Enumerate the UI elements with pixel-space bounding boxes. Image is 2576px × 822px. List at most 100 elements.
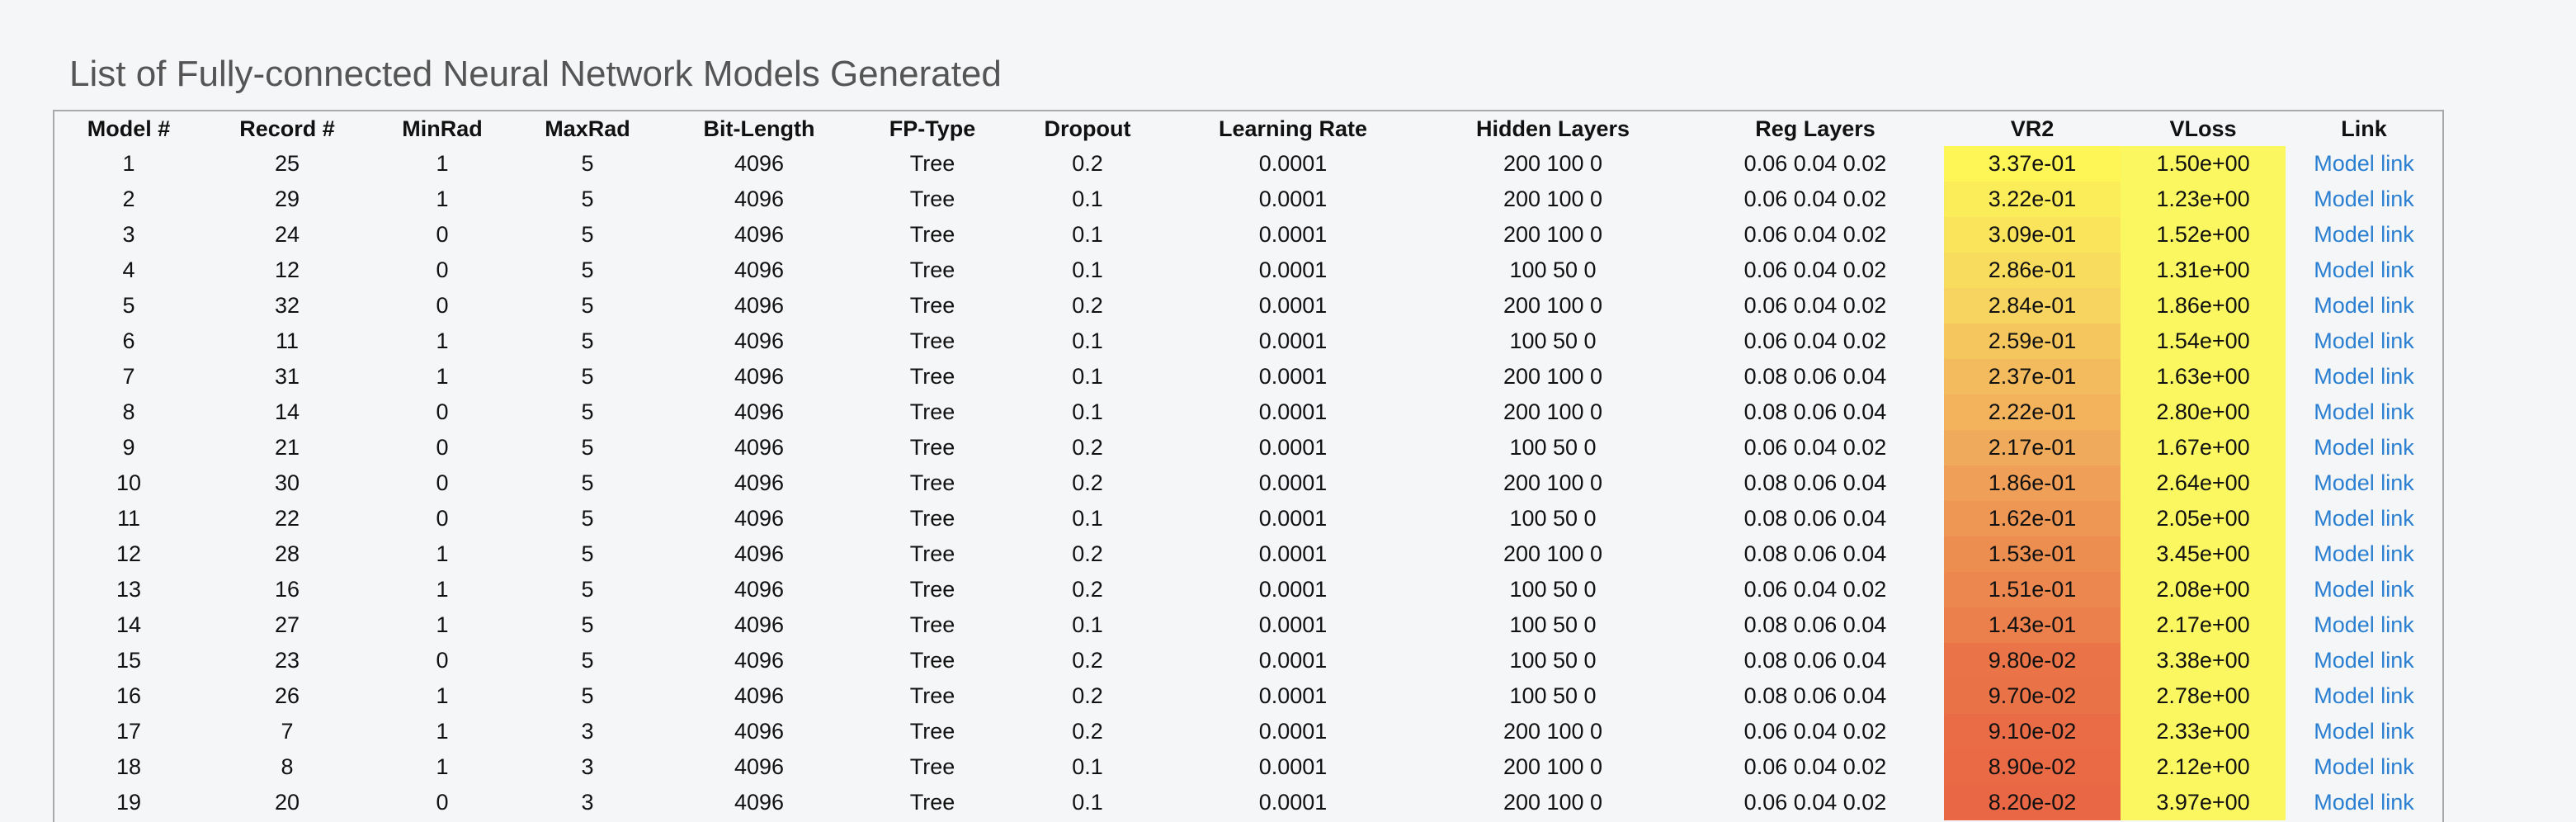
minrad-cell: 1 (436, 328, 449, 353)
record-number-cell: 14 (274, 399, 300, 424)
model-link[interactable]: Model link (2286, 607, 2442, 643)
vr2-cell: 3.09e-01 (1944, 217, 2121, 253)
vr2-cell: 9.10e-02 (1944, 714, 2121, 749)
vloss-cell: 1.31e+00 (2121, 253, 2286, 288)
dropout-cell: 0.2 (1072, 435, 1103, 460)
model-link[interactable]: Model link (2286, 146, 2442, 182)
fp-type-cell: Tree (909, 754, 955, 779)
fp-type-cell: Tree (909, 364, 955, 389)
dropout-cell: 0.1 (1072, 187, 1103, 211)
model-number-cell: 13 (116, 577, 142, 602)
record-number-cell: 7 (281, 719, 294, 744)
hidden-layers-cell: 200 100 0 (1503, 222, 1603, 247)
column-header-record-number[interactable]: Record # (203, 111, 371, 146)
vloss-cell: 1.63e+00 (2121, 359, 2286, 394)
record-number-cell: 11 (275, 328, 300, 353)
table-row: 1 25 1 5 4096 Tree 0.2 0.0001 200 100 0 0.06 0.04… (54, 146, 2442, 182)
hidden-layers-cell: 100 50 0 (1509, 257, 1597, 282)
vr2-cell: 1.51e-01 (1944, 572, 2121, 607)
reg-layers-cell: 0.08 0.06 0.04 (1743, 612, 1887, 637)
model-link[interactable]: Model link (2286, 643, 2442, 678)
learning-rate-cell: 0.0001 (1258, 435, 1328, 460)
vr2-cell: 9.80e-02 (1944, 643, 2121, 678)
column-header-hidden-layers[interactable]: Hidden Layers (1419, 111, 1687, 146)
reg-layers-cell: 0.08 0.06 0.04 (1743, 506, 1887, 531)
maxrad-cell: 5 (581, 328, 594, 353)
table-row: 11 22 0 5 4096 Tree 0.1 0.0001 100 50 0 0.08 0.06… (54, 501, 2442, 536)
vloss-cell: 1.86e+00 (2121, 288, 2286, 324)
column-header-maxrad[interactable]: MaxRad (513, 111, 662, 146)
fp-type-cell: Tree (909, 719, 955, 744)
vr2-cell: 1.53e-01 (1944, 536, 2121, 572)
model-link[interactable]: Model link (2286, 359, 2442, 394)
reg-layers-cell: 0.06 0.04 0.02 (1743, 257, 1887, 282)
column-header-minrad[interactable]: MinRad (371, 111, 513, 146)
column-header-vloss[interactable]: VLoss (2121, 111, 2286, 146)
model-link[interactable]: Model link (2286, 501, 2442, 536)
models-table: Model # Record # MinRad MaxRad Bit-Lengt… (54, 111, 2442, 820)
model-link[interactable]: Model link (2286, 394, 2442, 430)
model-link[interactable]: Model link (2286, 714, 2442, 749)
model-number-cell: 3 (122, 222, 135, 247)
column-header-fp-type[interactable]: FP-Type (856, 111, 1008, 146)
table-row: 14 27 1 5 4096 Tree 0.1 0.0001 100 50 0 0.08 0.06… (54, 607, 2442, 643)
column-header-bit-length[interactable]: Bit-Length (662, 111, 856, 146)
fp-type-cell: Tree (909, 790, 955, 815)
table-row: 12 28 1 5 4096 Tree 0.2 0.0001 200 100 0 0.08 0.0… (54, 536, 2442, 572)
model-link[interactable]: Model link (2286, 430, 2442, 465)
model-link[interactable]: Model link (2286, 253, 2442, 288)
table-row: 4 12 0 5 4096 Tree 0.1 0.0001 100 50 0 0.06 0.04 … (54, 253, 2442, 288)
model-link[interactable]: Model link (2286, 572, 2442, 607)
column-header-dropout[interactable]: Dropout (1008, 111, 1167, 146)
model-link[interactable]: Model link (2286, 182, 2442, 217)
maxrad-cell: 5 (581, 541, 594, 566)
fp-type-cell: Tree (909, 648, 955, 673)
model-link[interactable]: Model link (2286, 288, 2442, 324)
minrad-cell: 1 (436, 364, 449, 389)
model-link[interactable]: Model link (2286, 217, 2442, 253)
hidden-layers-cell: 200 100 0 (1503, 470, 1603, 495)
column-header-reg-layers[interactable]: Reg Layers (1687, 111, 1944, 146)
vloss-cell: 3.38e+00 (2121, 643, 2286, 678)
minrad-cell: 1 (436, 612, 449, 637)
maxrad-cell: 3 (581, 754, 594, 779)
hidden-layers-cell: 200 100 0 (1503, 719, 1603, 744)
learning-rate-cell: 0.0001 (1258, 364, 1328, 389)
model-number-cell: 9 (122, 435, 135, 460)
model-link[interactable]: Model link (2286, 324, 2442, 359)
record-number-cell: 23 (274, 648, 300, 673)
column-header-model-number[interactable]: Model # (54, 111, 203, 146)
dropout-cell: 0.1 (1072, 364, 1103, 389)
vloss-cell: 2.33e+00 (2121, 714, 2286, 749)
model-number-cell: 16 (116, 683, 142, 708)
model-link[interactable]: Model link (2286, 749, 2442, 785)
model-link[interactable]: Model link (2286, 536, 2442, 572)
fp-type-cell: Tree (909, 293, 955, 318)
column-header-learning-rate[interactable]: Learning Rate (1167, 111, 1419, 146)
bit-length-cell: 4096 (734, 683, 785, 708)
maxrad-cell: 5 (581, 293, 594, 318)
maxrad-cell: 5 (581, 648, 594, 673)
minrad-cell: 1 (436, 754, 449, 779)
column-header-vr2[interactable]: VR2 (1944, 111, 2121, 146)
column-header-link[interactable]: Link (2286, 111, 2442, 146)
table-row: 8 14 0 5 4096 Tree 0.1 0.0001 200 100 0 0.08 0.06… (54, 394, 2442, 430)
maxrad-cell: 3 (581, 790, 594, 815)
reg-layers-cell: 0.06 0.04 0.02 (1743, 754, 1887, 779)
model-link[interactable]: Model link (2286, 785, 2442, 820)
dropout-cell: 0.2 (1072, 293, 1103, 318)
record-number-cell: 25 (274, 151, 300, 176)
record-number-cell: 22 (274, 506, 300, 531)
learning-rate-cell: 0.0001 (1258, 577, 1328, 602)
fp-type-cell: Tree (909, 435, 955, 460)
table-row: 10 30 0 5 4096 Tree 0.2 0.0001 200 100 0 0.08 0.0… (54, 465, 2442, 501)
model-link[interactable]: Model link (2286, 678, 2442, 714)
learning-rate-cell: 0.0001 (1258, 754, 1328, 779)
minrad-cell: 0 (436, 470, 449, 495)
maxrad-cell: 5 (581, 187, 594, 211)
model-link[interactable]: Model link (2286, 465, 2442, 501)
bit-length-cell: 4096 (734, 328, 785, 353)
model-number-cell: 12 (116, 541, 142, 566)
reg-layers-cell: 0.08 0.06 0.04 (1743, 470, 1887, 495)
vloss-cell: 3.45e+00 (2121, 536, 2286, 572)
